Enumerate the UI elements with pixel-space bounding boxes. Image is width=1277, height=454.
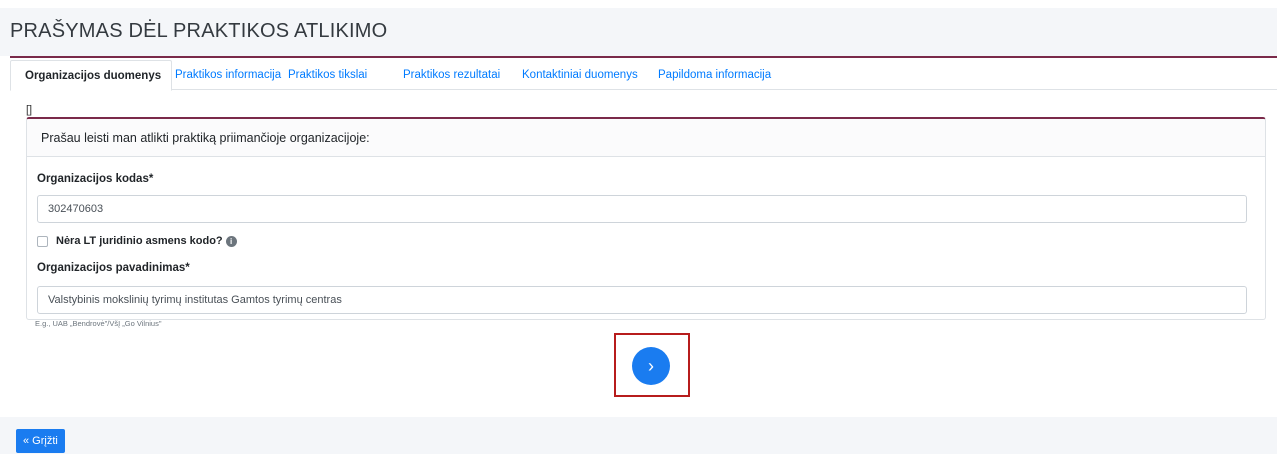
tab-bar: Organizacijos duomenys Praktikos informa… bbox=[10, 58, 1277, 91]
org-name-input[interactable] bbox=[37, 286, 1247, 314]
tab-internship-results[interactable]: Praktikos rezultatai bbox=[403, 60, 500, 91]
tab-organization-data[interactable]: Organizacijos duomenys bbox=[10, 60, 173, 91]
org-code-input[interactable] bbox=[37, 195, 1247, 223]
bracket-text: [] bbox=[26, 104, 33, 116]
tab-contact-data[interactable]: Kontaktiniai duomenys bbox=[522, 60, 638, 91]
page: PRAŠYMAS DĖL PRAKTIKOS ATLIKIMO Organiza… bbox=[0, 0, 1277, 454]
no-code-label: Nėra LT juridinio asmens kodo? i bbox=[56, 235, 237, 247]
form-card: Organizacijos duomenys Praktikos informa… bbox=[10, 56, 1277, 320]
org-code-label: Organizacijos kodas* bbox=[37, 173, 154, 185]
tab-internship-info[interactable]: Praktikos informacija bbox=[175, 60, 281, 91]
tab-additional-info[interactable]: Papildoma informacija bbox=[658, 60, 771, 91]
org-name-hint: E.g., UAB „Bendrovė"/VšĮ „Go Vilnius" bbox=[35, 319, 162, 328]
no-code-row: Nėra LT juridinio asmens kodo? i bbox=[37, 235, 237, 247]
back-button[interactable]: « Grįžti bbox=[16, 429, 65, 453]
org-name-label: Organizacijos pavadinimas* bbox=[37, 262, 190, 274]
page-title: PRAŠYMAS DĖL PRAKTIKOS ATLIKIMO bbox=[10, 20, 388, 42]
section-header: Prašau leisti man atlikti praktiką priim… bbox=[27, 119, 1265, 157]
next-button[interactable]: › bbox=[632, 347, 670, 385]
info-icon[interactable]: i bbox=[225, 235, 237, 247]
no-code-checkbox[interactable] bbox=[37, 235, 48, 247]
tab-internship-goals[interactable]: Praktikos tikslai bbox=[288, 60, 367, 91]
footer-bar bbox=[0, 417, 1277, 454]
organization-section: Prašau leisti man atlikti praktiką priim… bbox=[26, 117, 1266, 320]
